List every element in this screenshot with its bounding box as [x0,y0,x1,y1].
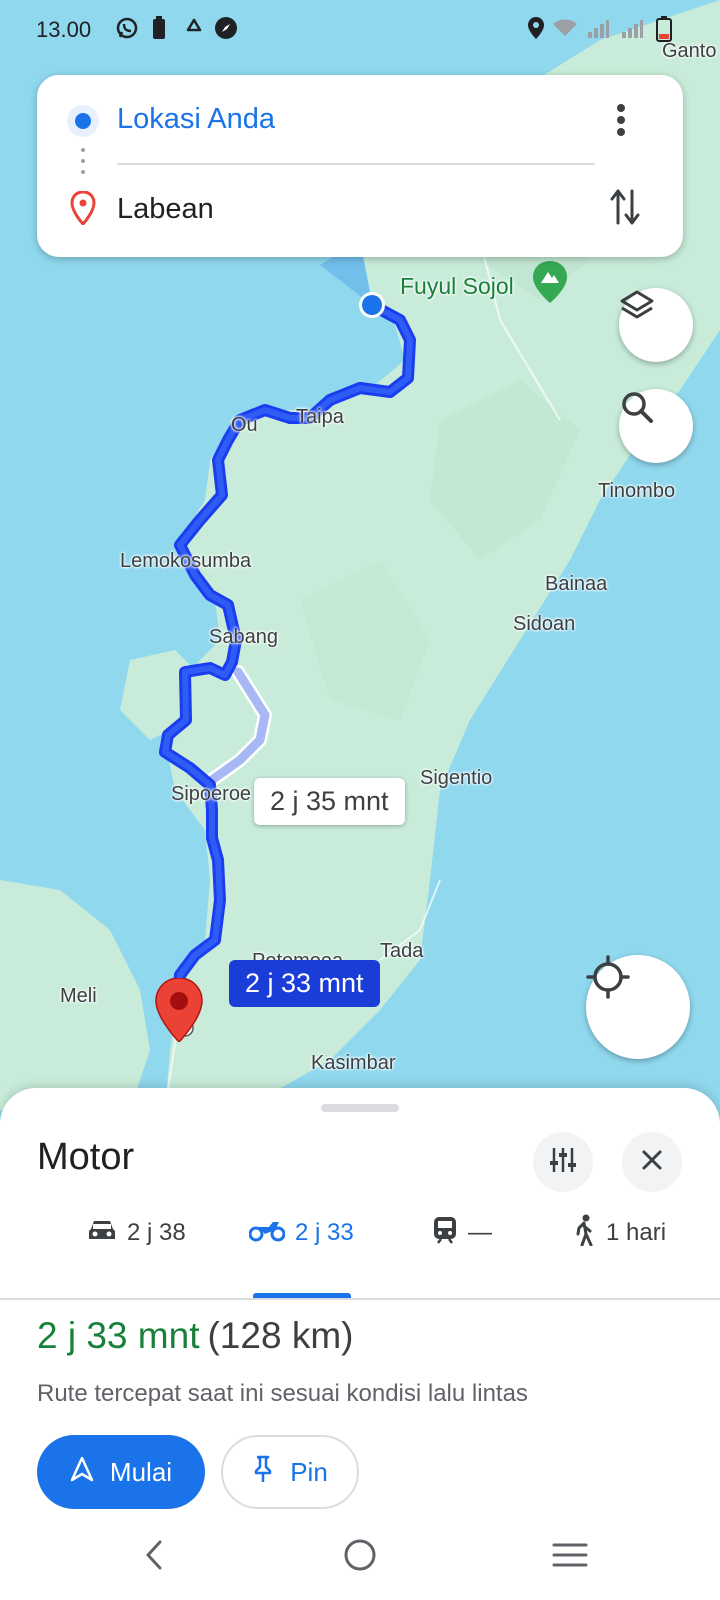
field-divider [117,163,595,165]
place-label-tada: Tada [380,940,424,962]
alt-route-duration-label[interactable]: 2 j 35 mnt [254,778,405,825]
menu-icon [552,1541,588,1574]
mode-tab-motorcycle-label: 2 j 33 [295,1219,354,1246]
close-icon [640,1148,664,1177]
signal-icon-2 [620,16,644,42]
route-summary: 2 j 33 mnt (128 km) [37,1315,353,1357]
layers-button[interactable] [619,288,693,362]
tab-divider [0,1298,720,1300]
origin-field[interactable]: Lokasi Anda [117,103,275,136]
place-label-fuyul-sojol[interactable]: Fuyul Sojol [400,273,514,300]
motorcycle-icon [248,1217,286,1250]
destination-marker-icon [70,190,96,230]
main-route-duration-label[interactable]: 2 j 33 mnt [229,960,380,1007]
route-distance: (128 km) [207,1315,354,1356]
swap-icon[interactable] [609,187,641,232]
mode-tab-walk[interactable]: 1 hari [572,1205,666,1261]
place-label-sidoan: Sidoan [513,613,576,635]
train-icon [432,1215,458,1252]
home-nav-button[interactable] [330,1532,390,1582]
whatsapp-icon [115,16,139,42]
sync-icon [182,16,206,42]
route-dots-connector [81,148,85,183]
start-navigation-button[interactable]: Mulai [37,1435,205,1509]
location-status-icon [526,16,550,42]
place-label-meli: Meli [60,985,97,1007]
mode-tab-walk-label: 1 hari [606,1219,667,1246]
place-label-taipa: Taipa [296,406,344,428]
place-label-tinombo: Tinombo [598,480,676,502]
car-icon [87,1217,117,1250]
route-duration: 2 j 33 mnt [37,1315,200,1356]
mode-tab-transit[interactable]: — [432,1205,492,1261]
pin-route-button[interactable]: Pin [221,1435,359,1509]
status-bar: 13.00 [0,0,720,60]
home-icon [343,1538,377,1577]
place-label-ou: Ou [231,414,258,436]
directions-search-card: Lokasi Anda Labean [37,75,683,257]
route-description: Rute tercepat saat ini sesuai kondisi la… [37,1380,528,1407]
mode-tab-transit-label: — [468,1219,492,1246]
walk-icon [572,1214,596,1253]
place-label-bainaa: Bainaa [545,573,608,595]
wifi-icon [552,16,577,42]
mode-tab-motorcycle[interactable]: 2 j 33 [248,1205,354,1261]
mode-tab-car-label: 2 j 38 [127,1219,186,1246]
place-label-sabang: Sabang [209,626,278,648]
main-route-duration-text: 2 j 33 mnt [245,968,364,998]
place-label-lemokosumba: Lemokosumba [120,550,252,572]
battery-icon [656,16,680,42]
route-options-button[interactable] [533,1132,593,1192]
sliders-icon [549,1146,577,1179]
back-nav-button[interactable] [124,1532,184,1582]
destination-field[interactable]: Labean [117,193,214,226]
mode-tab-car[interactable]: 2 j 38 [87,1205,186,1261]
status-time: 13.00 [36,17,92,42]
start-navigation-label: Mulai [109,1456,173,1487]
close-directions-button[interactable] [622,1132,682,1192]
pin-icon [252,1455,274,1490]
recents-nav-button[interactable] [540,1532,600,1582]
drag-handle[interactable] [321,1104,399,1112]
back-icon [142,1538,166,1577]
origin-dot-icon [65,103,101,144]
battery-saver-icon [150,16,174,42]
place-label-sipoeroe: Sipoeroe [171,783,252,805]
pin-route-label: Pin [290,1456,328,1487]
my-location-button[interactable] [586,955,690,1059]
more-options-icon[interactable] [615,103,627,142]
compass-app-icon [214,16,238,42]
travel-mode-title: Motor [37,1136,135,1178]
search-along-route-button[interactable] [619,389,693,463]
signal-icon-1 [586,16,610,42]
place-label-sigentio: Sigentio [420,767,493,789]
place-label-kasimbar: Kasimbar [311,1052,396,1074]
alt-route-duration-text: 2 j 35 mnt [270,786,389,816]
navigation-arrow-icon [70,1456,94,1489]
